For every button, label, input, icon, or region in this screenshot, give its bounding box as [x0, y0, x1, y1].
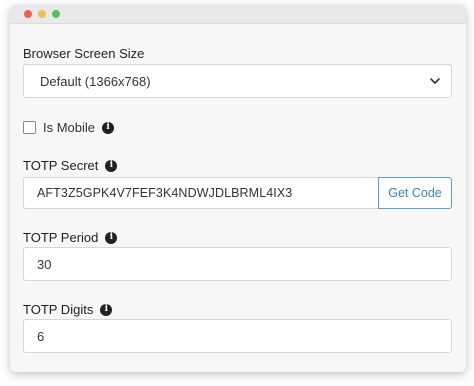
totp-period-label-text: TOTP Period [23, 230, 99, 245]
totp-period-value: 30 [37, 256, 52, 272]
totp-secret-input[interactable]: AFT3Z5GPK4V7FEF3K4NDWJDLBRML4IX3 [23, 177, 378, 209]
totp-digits-label: TOTP Digits i [23, 302, 113, 317]
chevron-down-icon [430, 78, 440, 84]
browser-screen-size-value: Default (1366x768) [40, 73, 151, 89]
totp-digits-label-text: TOTP Digits [23, 302, 94, 317]
settings-form: Browser Screen Size Default (1366x768) I… [10, 24, 466, 372]
minimize-window-button[interactable] [38, 10, 46, 18]
totp-secret-group: AFT3Z5GPK4V7FEF3K4NDWJDLBRML4IX3 Get Cod… [23, 177, 452, 209]
totp-period-input[interactable]: 30 [23, 247, 452, 281]
browser-screen-size-label-text: Browser Screen Size [23, 46, 145, 61]
maximize-window-button[interactable] [52, 10, 60, 18]
totp-secret-label: TOTP Secret i [23, 158, 118, 173]
totp-digits-input[interactable]: 6 [23, 319, 452, 353]
is-mobile-checkbox[interactable] [23, 121, 36, 134]
is-mobile-row: Is Mobile i [23, 120, 115, 135]
window-titlebar [10, 5, 466, 24]
info-icon[interactable]: i [102, 121, 115, 134]
browser-screen-size-select[interactable]: Default (1366x768) [23, 64, 452, 98]
info-icon[interactable]: i [100, 303, 113, 316]
close-window-button[interactable] [24, 10, 32, 18]
totp-period-label: TOTP Period i [23, 230, 118, 245]
info-icon[interactable]: i [105, 231, 118, 244]
browser-screen-size-label: Browser Screen Size [23, 46, 144, 61]
get-code-button[interactable]: Get Code [378, 177, 452, 209]
settings-window: Browser Screen Size Default (1366x768) I… [10, 5, 466, 372]
info-icon[interactable]: i [105, 159, 118, 172]
totp-secret-label-text: TOTP Secret [23, 158, 99, 173]
totp-digits-value: 6 [37, 328, 45, 344]
is-mobile-label: Is Mobile [43, 120, 96, 135]
